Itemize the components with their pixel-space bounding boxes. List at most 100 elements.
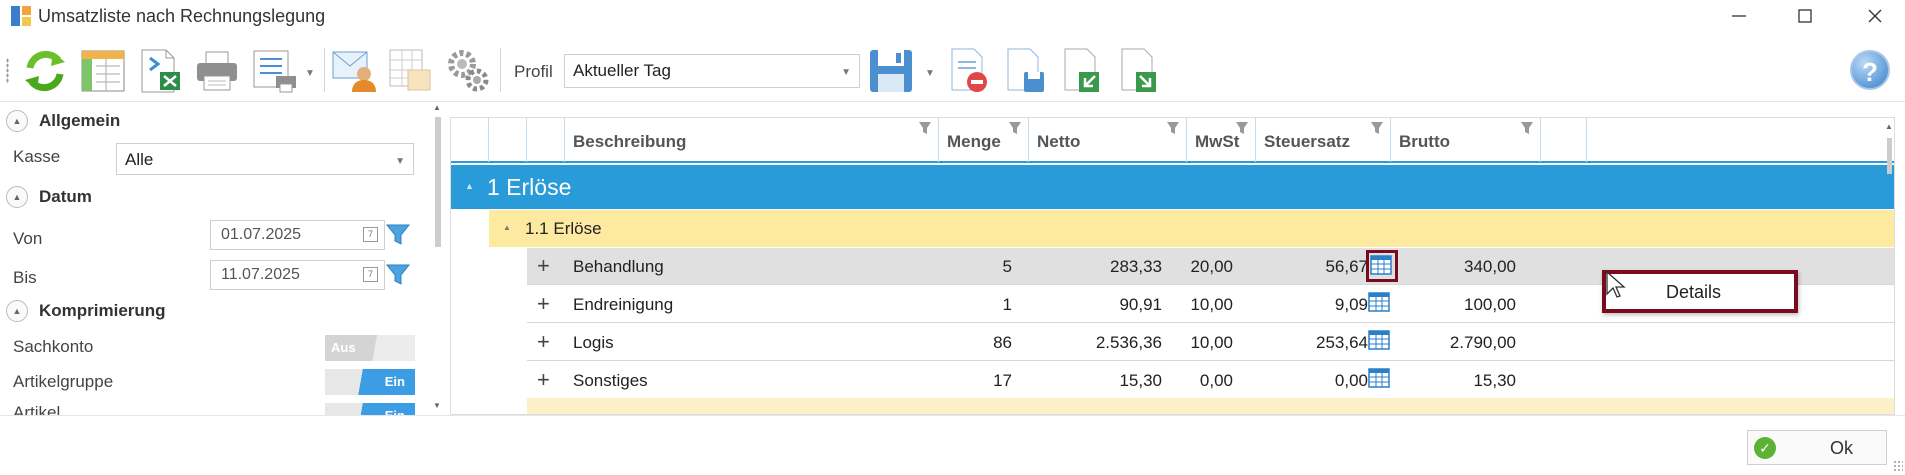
header-menge[interactable]: Menge xyxy=(939,118,1029,162)
print-list-icon xyxy=(253,50,296,93)
cell-beschreibung: Behandlung xyxy=(573,257,664,276)
table-details-icon xyxy=(1368,330,1390,350)
column-filter-icon[interactable] xyxy=(1008,121,1022,135)
grid-scrollbar[interactable]: ▲ xyxy=(1883,118,1894,414)
section-title: Datum xyxy=(39,187,92,206)
bis-date-input[interactable]: 11.07.2025 7 xyxy=(210,260,385,290)
print-dropdown-arrow[interactable]: ▼ xyxy=(305,68,315,79)
scroll-down-icon[interactable]: ▼ xyxy=(433,401,441,410)
check-icon: ✓ xyxy=(1754,437,1776,459)
table-row[interactable]: + Sonstiges 17 15,30 0,00 0,00 15,30 xyxy=(527,362,1894,399)
save-button[interactable] xyxy=(866,46,916,96)
print-button[interactable] xyxy=(192,46,242,96)
filter-panel-scrollbar[interactable]: ▲ ▼ xyxy=(432,103,444,415)
bis-label: Bis xyxy=(13,268,37,287)
expand-row-icon[interactable]: + xyxy=(537,367,550,393)
column-filter-icon[interactable] xyxy=(1166,121,1180,135)
von-label: Von xyxy=(13,229,43,248)
calendar-icon[interactable]: 7 xyxy=(363,227,378,242)
column-filter-icon[interactable] xyxy=(1235,121,1249,135)
save-dropdown-arrow[interactable]: ▼ xyxy=(925,68,935,79)
expand-row-icon[interactable]: + xyxy=(537,291,550,317)
group-row-level1[interactable]: ▲ 1 Erlöse xyxy=(451,165,1894,209)
column-title: Netto xyxy=(1037,132,1081,151)
scrollbar-thumb[interactable] xyxy=(1887,138,1892,174)
von-filter-button[interactable] xyxy=(383,220,413,250)
delete-document-button[interactable] xyxy=(944,46,994,96)
toggle-state: Ein xyxy=(384,374,405,389)
details-button[interactable] xyxy=(1366,250,1398,282)
print-list-button[interactable] xyxy=(250,46,300,96)
table-row[interactable]: + Logis 86 2.536,36 10,00 253,64 2.790,0… xyxy=(527,324,1894,361)
layout-button[interactable] xyxy=(78,46,128,96)
expand-row-icon[interactable]: + xyxy=(537,329,550,355)
details-button[interactable] xyxy=(1368,291,1394,317)
section-allgemein[interactable]: ▲ Allgemein xyxy=(6,108,120,134)
toolbar-separator xyxy=(324,48,325,92)
close-button[interactable] xyxy=(1848,0,1902,32)
expand-row-icon[interactable]: + xyxy=(537,253,550,279)
header-beschreibung[interactable]: Beschreibung xyxy=(565,118,939,162)
cell-menge: 86 xyxy=(993,333,1012,352)
maximize-icon xyxy=(1798,9,1812,23)
column-filter-icon[interactable] xyxy=(1370,121,1384,135)
excel-export-button[interactable] xyxy=(136,46,186,96)
table-icon xyxy=(389,49,431,91)
cell-steuersatz: 0,00 xyxy=(1334,371,1368,390)
column-title: Beschreibung xyxy=(573,132,687,151)
kasse-select[interactable]: Alle ▼ xyxy=(116,143,414,175)
ok-button-label: Ok xyxy=(1830,438,1854,458)
collapse-triangle-icon[interactable]: ▲ xyxy=(465,181,474,191)
von-date-input[interactable]: 01.07.2025 7 xyxy=(210,220,385,250)
settings-button[interactable] xyxy=(442,46,492,96)
details-button[interactable] xyxy=(1368,329,1394,355)
header-steuersatz[interactable]: Steuersatz xyxy=(1256,118,1391,162)
import-document-button[interactable] xyxy=(1057,46,1107,96)
email-button[interactable] xyxy=(330,46,380,96)
profil-select[interactable]: Aktueller Tag ▼ xyxy=(564,54,860,88)
toolbar-grip[interactable] xyxy=(6,58,9,84)
calendar-icon[interactable]: 7 xyxy=(363,267,378,282)
section-title: Komprimierung xyxy=(39,301,166,320)
cell-brutto: 2.790,00 xyxy=(1449,333,1516,352)
cell-menge: 17 xyxy=(993,371,1012,390)
table-details-icon xyxy=(1370,255,1392,275)
filter-panel: ▲ Allgemein Kasse Alle ▼ ▲ Datum Von 01.… xyxy=(0,105,430,415)
section-datum[interactable]: ▲ Datum xyxy=(6,184,92,210)
scrollbar-thumb[interactable] xyxy=(435,117,441,247)
column-filter-icon[interactable] xyxy=(918,121,932,135)
details-button[interactable] xyxy=(1368,367,1394,393)
sachkonto-toggle[interactable]: Aus xyxy=(325,335,415,361)
group-row-level2[interactable]: ▲ 1.1 Erlöse xyxy=(489,210,1894,247)
scroll-up-icon[interactable]: ▲ xyxy=(1885,122,1893,131)
save-document-icon xyxy=(1007,48,1044,92)
collapse-triangle-icon[interactable]: ▲ xyxy=(503,223,511,232)
scroll-up-icon[interactable]: ▲ xyxy=(433,103,441,112)
artikel-toggle[interactable]: Ein xyxy=(325,403,415,415)
toggle-state: Ein xyxy=(385,408,405,415)
bis-filter-button[interactable] xyxy=(383,260,413,290)
maximize-button[interactable] xyxy=(1778,0,1832,32)
filter-icon xyxy=(385,224,411,245)
table-button[interactable] xyxy=(386,46,436,96)
ok-button[interactable]: ✓ Ok xyxy=(1747,430,1887,465)
header-mwst[interactable]: MwSt xyxy=(1187,118,1256,162)
artikel-label: Artikel xyxy=(13,403,61,415)
header-netto[interactable]: Netto xyxy=(1029,118,1187,162)
help-button[interactable]: ? xyxy=(1850,50,1890,90)
resize-grip[interactable] xyxy=(1893,460,1903,472)
header-brutto[interactable]: Brutto xyxy=(1391,118,1541,162)
column-filter-icon[interactable] xyxy=(1520,121,1534,135)
collapse-icon: ▲ xyxy=(6,300,28,322)
collapse-icon: ▲ xyxy=(6,186,28,208)
minimize-button[interactable] xyxy=(1712,0,1766,32)
refresh-button[interactable] xyxy=(20,46,70,96)
artikelgruppe-toggle[interactable]: Ein xyxy=(325,369,415,395)
group-label: 1 Erlöse xyxy=(487,174,572,200)
mouse-cursor-icon xyxy=(1606,270,1626,298)
profil-label: Profil xyxy=(514,62,553,81)
section-komprimierung[interactable]: ▲ Komprimierung xyxy=(6,298,166,324)
context-menu-details[interactable]: Details xyxy=(1666,282,1721,303)
save-document-button[interactable] xyxy=(1000,46,1050,96)
export-document-button[interactable] xyxy=(1114,46,1164,96)
